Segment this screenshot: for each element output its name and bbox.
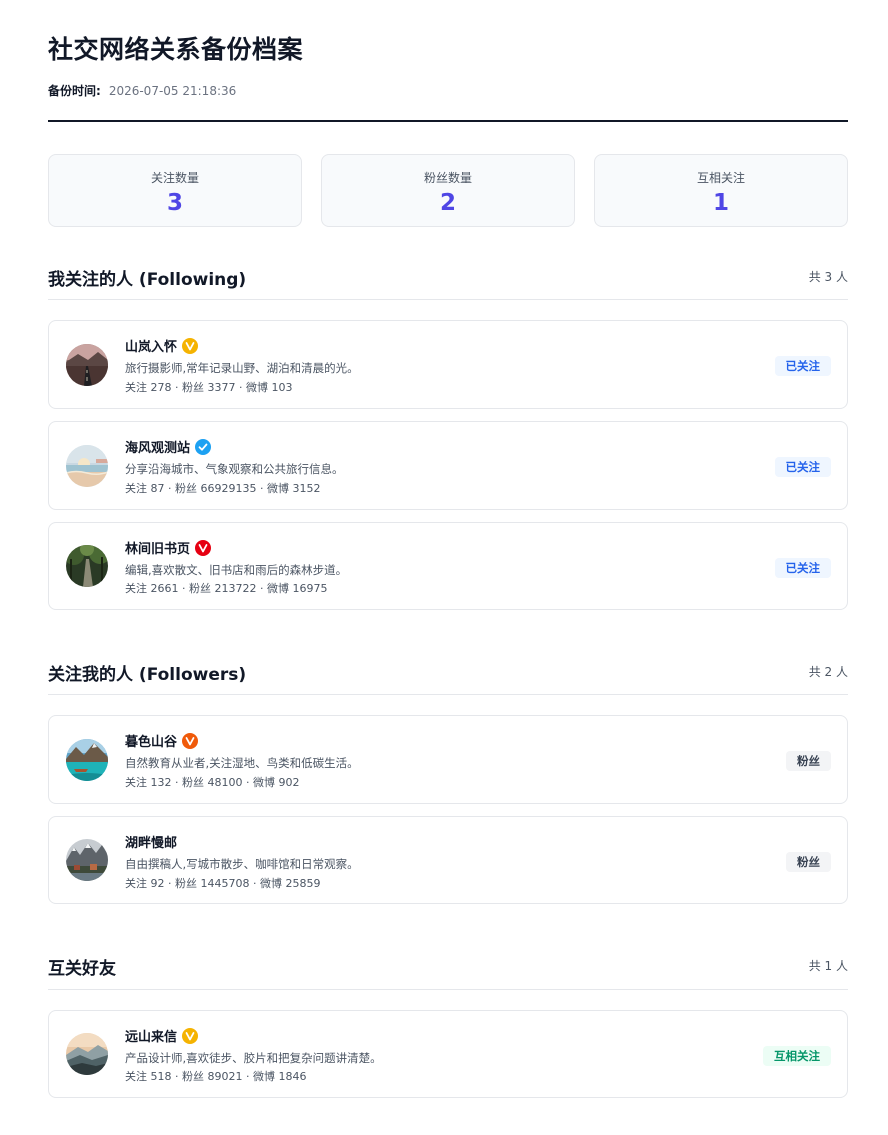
fan-tag: 粉丝	[786, 751, 831, 771]
avatar	[66, 1033, 108, 1075]
stat-card-following: 关注数量 3	[48, 154, 302, 227]
avatar	[66, 545, 108, 587]
section-divider	[48, 299, 848, 300]
road-landscape-avatar-icon	[66, 344, 108, 386]
user-bio: 分享沿海城市、气象观察和公共旅行信息。	[125, 462, 344, 476]
stat-card-followers: 粉丝数量 2	[321, 154, 575, 227]
user-name: 远山来信	[125, 1026, 199, 1045]
blue-v-badge-icon	[195, 438, 212, 455]
section-count: 共 2 人	[808, 665, 848, 679]
following-tag: 已关注	[774, 457, 831, 477]
user-bio: 自由撰稿人,写城市散步、咖啡馆和日常观察。	[125, 857, 359, 871]
user-card[interactable]: 远山来信 产品设计师,喜欢徒步、胶片和把复杂问题讲清楚。 关注 518 · 粉丝…	[48, 1010, 848, 1098]
backup-time-label: 备份时间:	[48, 84, 101, 98]
alpine-village-avatar-icon	[66, 839, 108, 881]
user-name-text: 山岚入怀	[125, 340, 178, 355]
fan-tag: 粉丝	[786, 852, 831, 872]
user-stats: 关注 518 · 粉丝 89021 · 微博 1846	[125, 1070, 307, 1083]
lake-mountain-avatar-icon	[66, 739, 108, 781]
user-name-text: 暮色山谷	[125, 735, 178, 750]
user-name: 林间旧书页	[125, 538, 212, 557]
user-bio: 自然教育从业者,关注湿地、鸟类和低碳生活。	[125, 756, 359, 770]
user-bio: 产品设计师,喜欢徒步、胶片和把复杂问题讲清楚。	[125, 1051, 382, 1065]
stat-label: 关注数量	[150, 171, 199, 185]
user-name-text: 远山来信	[125, 1030, 178, 1045]
beach-sunset-avatar-icon	[66, 445, 108, 487]
avatar	[66, 445, 108, 487]
red-v-badge-icon	[195, 539, 212, 556]
avatar	[66, 739, 108, 781]
user-stats: 关注 132 · 粉丝 48100 · 微博 902	[125, 776, 300, 789]
backup-time-value: 2026-07-05 21:18:36	[108, 84, 237, 98]
user-stats: 关注 87 · 粉丝 66929135 · 微博 3152	[125, 482, 321, 495]
user-card[interactable]: 海风观测站 分享沿海城市、气象观察和公共旅行信息。 关注 87 · 粉丝 669…	[48, 421, 848, 510]
section-divider	[48, 989, 848, 990]
section-count: 共 3 人	[808, 270, 848, 284]
yellow-v-badge-icon	[182, 1027, 199, 1044]
stat-card-mutual: 互相关注 1	[594, 154, 848, 227]
user-name-text: 海风观测站	[125, 441, 191, 456]
user-card[interactable]: 林间旧书页 编辑,喜欢散文、旧书店和雨后的森林步道。 关注 2661 · 粉丝 …	[48, 522, 848, 610]
header-divider	[48, 120, 848, 122]
user-name-text: 湖畔慢邮	[125, 836, 178, 851]
section-divider	[48, 694, 848, 695]
stat-label: 粉丝数量	[423, 171, 472, 185]
user-name: 海风观测站	[125, 437, 212, 456]
orange-v-badge-icon	[182, 732, 199, 749]
user-name-text: 林间旧书页	[125, 542, 191, 557]
user-bio: 旅行摄影师,常年记录山野、湖泊和清晨的光。	[125, 361, 359, 375]
avatar	[66, 344, 108, 386]
backup-time: 备份时间: 2026-07-05 21:18:36	[48, 82, 236, 99]
user-card[interactable]: 湖畔慢邮 自由撰稿人,写城市散步、咖啡馆和日常观察。 关注 92 · 粉丝 14…	[48, 816, 848, 904]
user-bio: 编辑,喜欢散文、旧书店和雨后的森林步道。	[125, 563, 348, 577]
user-stats: 关注 92 · 粉丝 1445708 · 微博 25859	[125, 877, 321, 890]
forest-path-avatar-icon	[66, 545, 108, 587]
following-tag: 已关注	[774, 558, 831, 578]
user-name: 湖畔慢邮	[125, 832, 177, 851]
stat-label: 互相关注	[696, 171, 745, 185]
stat-value: 1	[712, 190, 729, 216]
user-name: 山岚入怀	[125, 336, 199, 355]
stat-value: 3	[166, 190, 183, 216]
mutual-tag: 互相关注	[763, 1046, 831, 1066]
section-count: 共 1 人	[808, 959, 848, 973]
user-card[interactable]: 暮色山谷 自然教育从业者,关注湿地、鸟类和低碳生活。 关注 132 · 粉丝 4…	[48, 715, 848, 804]
stat-value: 2	[439, 190, 456, 216]
section-title-mutual: 互关好友	[48, 959, 116, 979]
user-stats: 关注 2661 · 粉丝 213722 · 微博 16975	[125, 582, 328, 595]
section-title-following: 我关注的人 (Following)	[48, 270, 247, 290]
following-tag: 已关注	[774, 356, 831, 376]
avatar	[66, 839, 108, 881]
misty-mountain-avatar-icon	[66, 1033, 108, 1075]
user-stats: 关注 278 · 粉丝 3377 · 微博 103	[125, 381, 293, 394]
user-card[interactable]: 山岚入怀 旅行摄影师,常年记录山野、湖泊和清晨的光。 关注 278 · 粉丝 3…	[48, 320, 848, 409]
section-title-followers: 关注我的人 (Followers)	[48, 665, 247, 685]
page-title: 社交网络关系备份档案	[48, 35, 304, 64]
user-name: 暮色山谷	[125, 731, 199, 750]
yellow-v-badge-icon	[182, 337, 199, 354]
